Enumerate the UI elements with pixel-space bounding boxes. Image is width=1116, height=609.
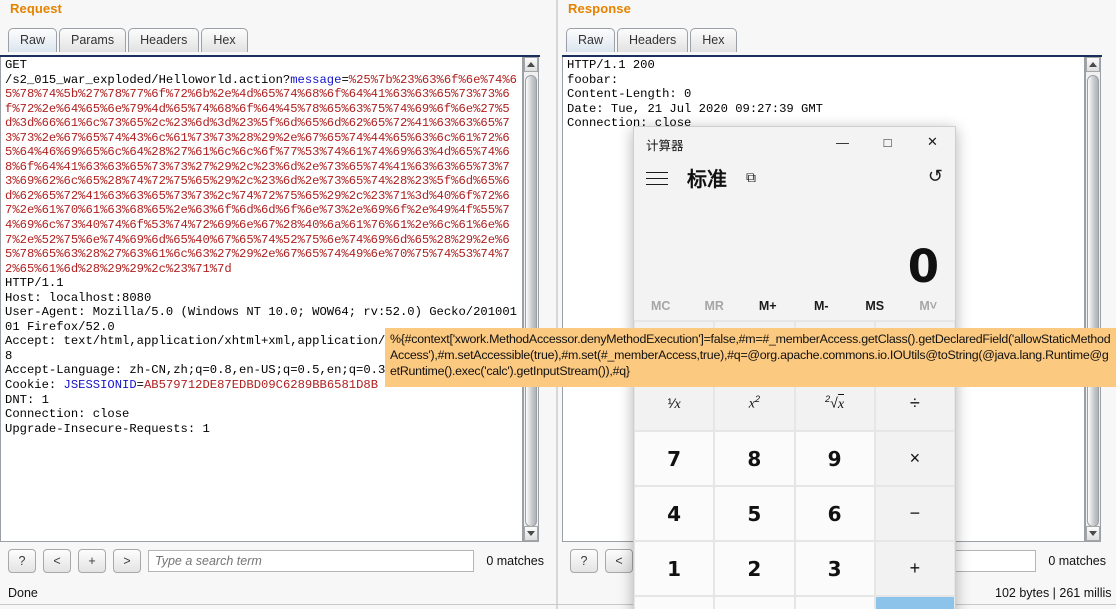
calc-key-digit-3[interactable]: 3 [795,542,874,595]
request-body-line: Upgrade-Insecure-Requests: 1 [5,421,210,436]
request-body-line: /s2_015_war_exploded/Helloworld.action?m… [5,73,517,276]
response-body-line: Date: Tue, 21 Jul 2020 09:27:39 GMT [567,101,823,116]
memory-button-m-[interactable]: M- [795,299,849,313]
hamburger-menu-icon[interactable] [646,167,668,190]
calc-key-digit-0[interactable]: 0 [715,597,794,609]
calc-key-multiply[interactable]: × [875,432,954,485]
calc-key-digit-1[interactable]: 1 [635,542,714,595]
keep-on-top-icon[interactable]: ⧉ [746,169,756,186]
response-body-line: foobar: [567,72,619,87]
request-tab-strip: Raw Params Headers Hex [8,28,250,52]
response-scroll-up-arrow-icon[interactable] [1086,57,1100,72]
request-tab-hex[interactable]: Hex [201,28,248,52]
request-param-encoded-payload: %25%7b%23%63%6f%6e%74%65%78%74%5b%27%78%… [5,72,517,276]
tab-label: Raw [578,33,604,47]
request-search-add-button[interactable]: + [78,549,106,573]
request-tab-headers[interactable]: Headers [128,28,200,52]
cookie-header-name: Cookie: [5,378,64,393]
tab-label: Hex [702,33,725,47]
memory-button-m: M˅ [919,299,938,313]
request-url-path: /s2_015_war_exploded/Helloworld.action? [5,72,291,87]
history-icon[interactable]: ↺ [928,166,943,187]
request-search-help-button[interactable]: ? [8,549,36,573]
request-raw-textarea[interactable]: GET /s2_015_war_exploded/Helloworld.acti… [0,57,523,542]
request-body-line: Cookie: JSESSIONID=AB579712DE87EDBD09C62… [5,378,378,392]
calculator-title-bar[interactable]: 计算器 — □ ✕ [634,127,955,159]
request-tab-raw[interactable]: Raw [8,28,58,52]
response-status-text: 102 bytes | 261 millis [995,586,1112,600]
cookie-equals: = [136,378,144,393]
calc-key-digit-7[interactable]: 7 [635,432,714,485]
response-tab-raw[interactable]: Raw [566,28,616,52]
calc-key-digit-2[interactable]: 2 [715,542,794,595]
calc-key-digit-4[interactable]: 4 [635,487,714,540]
memory-button-ms[interactable]: MS [848,299,902,313]
calc-key-subtract[interactable]: − [875,487,954,540]
calculator-memory-row: MC MR M+ M- MS M˅ [634,292,955,320]
calculator-display: 0 [634,199,955,292]
memory-button-mr: MR [704,299,724,313]
response-scroll-down-arrow-icon[interactable] [1086,526,1100,541]
calculator-header: 标准 ⧉ ↺ [634,159,955,199]
payload-tooltip: %{#context['xwork.MethodAccessor.denyMet… [385,328,1116,387]
request-panel-title: Request [10,1,62,16]
memory-button-m+[interactable]: M+ [741,299,795,313]
calculator-maximize-button[interactable]: □ [865,127,910,157]
calc-key-digit-5[interactable]: 5 [715,487,794,540]
request-body-line: Host: localhost:8080 [5,290,152,305]
response-search-prev-button[interactable]: < [605,549,633,573]
response-match-count: 0 matches [1048,554,1106,568]
response-body-line: HTTP/1.1 200 [567,58,655,72]
calculator-window-buttons: — □ ✕ [820,127,955,157]
response-tab-headers[interactable]: Headers [617,28,689,52]
request-scroll-down-arrow-icon[interactable] [524,526,538,541]
request-search-prev-button[interactable]: < [43,549,71,573]
response-search-help-button[interactable]: ? [570,549,598,573]
response-body-line: Content-Length: 0 [567,87,692,102]
request-body-line: DNT: 1 [5,392,49,407]
memory-button-mc: MC [651,299,671,313]
tab-label: Params [71,33,115,47]
tab-label: Headers [140,33,188,47]
request-tab-params[interactable]: Params [59,28,127,52]
calculator-minimize-button[interactable]: — [820,127,865,157]
calculator-display-value: 0 [907,240,939,293]
panel-divider[interactable] [556,0,558,609]
tab-label: Headers [629,33,677,47]
request-scroll-up-arrow-icon[interactable] [524,57,538,72]
calculator-close-button[interactable]: ✕ [910,127,955,157]
request-status-text: Done [8,586,38,600]
calc-key-add[interactable]: + [875,542,954,595]
request-match-count: 0 matches [486,554,544,568]
calc-key-equals[interactable]: = [875,597,954,609]
calc-key-plus-minus[interactable]: ± [635,597,714,609]
request-search-input[interactable] [148,550,475,572]
cookie-key: JSESSIONID [63,378,137,393]
response-vertical-scrollbar[interactable] [1085,57,1101,542]
request-body-line: HTTP/1.1 [5,276,64,291]
response-tab-hex[interactable]: Hex [690,28,737,52]
calc-key-digit-9[interactable]: 9 [795,432,874,485]
calc-key-digit-8[interactable]: 8 [715,432,794,485]
request-search-bar: ? < + > 0 matches [8,548,544,574]
request-scroll-thumb[interactable] [525,75,537,527]
tab-label: Hex [213,33,236,47]
request-param-name: message [290,72,342,87]
request-search-next-button[interactable]: > [113,549,141,573]
response-panel-title: Response [568,1,631,16]
response-tab-strip: Raw Headers Hex [566,28,739,52]
response-scroll-thumb[interactable] [1087,75,1099,527]
request-body-line: Connection: close [5,407,130,422]
cookie-value: AB579712DE87EDBD09C6289BB6581D8B [143,378,379,393]
calc-key-decimal-point[interactable]: . [795,597,874,609]
calc-key-digit-6[interactable]: 6 [795,487,874,540]
request-body-line: GET [5,58,27,72]
request-body-line: Accept-Language: zh-CN,zh;q=0.8,en-US;q=… [5,363,386,378]
calculator-mode-label: 标准 [687,167,727,191]
request-vertical-scrollbar[interactable] [523,57,539,542]
request-param-equals: = [341,72,349,87]
calculator-title: 计算器 [646,139,684,153]
tab-label: Raw [20,33,46,47]
